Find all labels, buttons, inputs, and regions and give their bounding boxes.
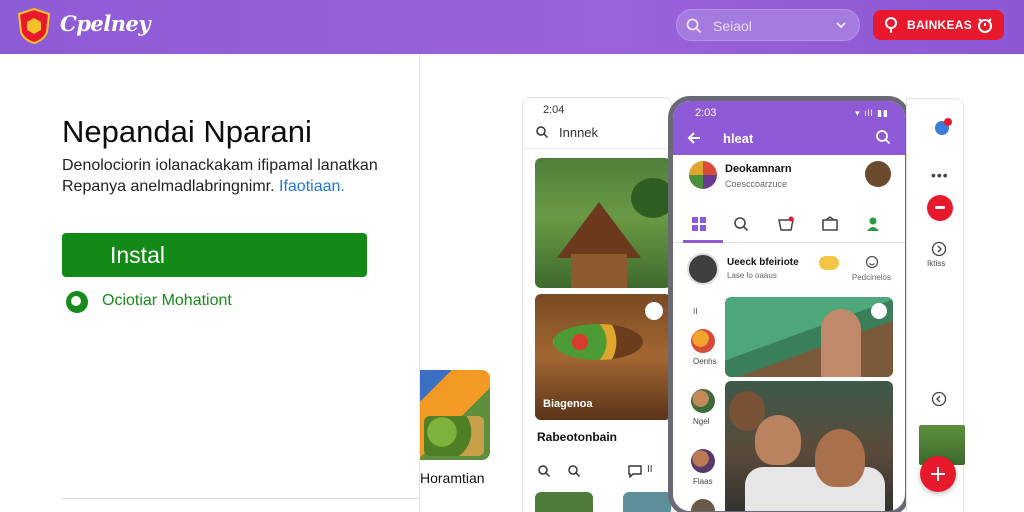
avatar[interactable] <box>691 449 715 473</box>
post-title: Rabeotonbain <box>537 430 617 444</box>
description-line-2: Repanya anelmadlabringnimr. Ifaotiaan. <box>62 178 345 196</box>
feed-card-back: 2:04 Innnek Biagenoa Rabeotonbain II <box>522 97 672 512</box>
thumbnail-photo[interactable] <box>535 492 593 512</box>
globe-icon[interactable] <box>933 117 953 137</box>
side-label: Iktiss <box>927 259 946 268</box>
search-text[interactable]: Innnek <box>559 125 598 140</box>
status-time: 2:04 <box>543 104 565 116</box>
vegetables-shape <box>553 324 643 360</box>
story-name[interactable]: Ueeck bfeiriote <box>727 257 799 268</box>
divider <box>62 498 418 499</box>
search-icon[interactable] <box>567 464 581 478</box>
phone-mockup: 2:03 ▾ ıll ▮▮ hleat Deokamnarn Coesccoar… <box>668 96 910 512</box>
story-right-label: Pedcinelos <box>851 273 891 282</box>
rail-label: Flaas <box>693 477 713 486</box>
search-icon[interactable] <box>733 216 749 232</box>
page-title: Nepandai Nparani <box>62 114 312 149</box>
profile-name[interactable]: Deokamnarn <box>725 163 792 175</box>
food-photo[interactable]: Biagenoa <box>535 294 671 420</box>
chevron-right-icon[interactable] <box>931 241 947 257</box>
rail-label: Oenhs <box>693 357 717 366</box>
more-icon[interactable] <box>645 302 663 320</box>
pin-icon <box>885 17 897 33</box>
logo-shield-icon[interactable] <box>18 8 50 44</box>
hut-photo[interactable] <box>535 158 671 288</box>
chevron-down-icon[interactable] <box>835 20 847 30</box>
more-options-icon[interactable]: ••• <box>931 167 949 183</box>
top-bar: Cpelney Seiaol BAINKEAS <box>0 0 1024 54</box>
grid-icon[interactable] <box>691 216 707 232</box>
avatar[interactable] <box>687 253 719 285</box>
person-shape <box>821 309 861 377</box>
vegetable-image <box>424 416 484 456</box>
thumbnail-photo[interactable] <box>623 492 671 512</box>
rail-label: II <box>693 307 698 316</box>
more-icon[interactable] <box>871 303 887 319</box>
install-label: Instal <box>110 242 165 268</box>
person-icon[interactable] <box>865 216 881 232</box>
description-text: Repanya anelmadlabringnimr. <box>62 178 280 195</box>
side-panel: ••• Iktiss <box>906 98 965 512</box>
option-label[interactable]: Ociotiar Mohationt <box>102 292 232 310</box>
search-icon[interactable] <box>537 464 551 478</box>
cta-button[interactable]: BAINKEAS <box>873 10 1004 40</box>
status-badge <box>819 256 839 270</box>
alarm-icon <box>978 18 992 33</box>
person-shape <box>755 415 801 465</box>
rail-label: Ngel <box>693 417 710 426</box>
post-image[interactable] <box>725 297 893 377</box>
search-icon[interactable] <box>875 129 891 145</box>
avatar[interactable] <box>691 329 715 353</box>
cta-label: BAINKEAS <box>907 18 973 32</box>
comment-icon[interactable] <box>627 464 643 478</box>
chevron-left-icon[interactable] <box>931 391 947 407</box>
action-count: II <box>647 464 653 475</box>
add-button[interactable] <box>920 456 956 492</box>
avatar[interactable] <box>691 389 715 413</box>
radio-icon[interactable] <box>66 291 88 313</box>
shop-icon[interactable] <box>777 216 795 232</box>
search-box[interactable]: Seiaol <box>676 9 860 41</box>
description-link[interactable]: Ifaotiaan. <box>279 178 345 195</box>
avatar[interactable] <box>689 161 717 189</box>
description-line-1: Denolociorin iolanackakam ifipamal lanat… <box>62 157 378 174</box>
status-icons: ▾ ıll ▮▮ <box>855 108 889 118</box>
photo-caption: Biagenoa <box>543 398 593 410</box>
back-arrow-icon[interactable] <box>685 129 703 147</box>
person-shape <box>745 467 885 511</box>
hut-body-shape <box>571 254 627 288</box>
search-placeholder: Seiaol <box>713 18 752 34</box>
mini-card-image[interactable] <box>420 370 490 460</box>
avatar[interactable] <box>691 499 715 511</box>
search-icon[interactable] <box>535 125 549 139</box>
mini-card-label: Horamtian <box>420 470 485 486</box>
tab-bar <box>673 207 905 243</box>
profile-thumbnail[interactable] <box>865 161 891 187</box>
search-icon <box>686 18 702 34</box>
profile-subtitle: Coesccoarzuce <box>725 179 788 189</box>
app-header: 2:03 ▾ ıll ▮▮ hleat <box>673 101 905 155</box>
story-subtitle: Lase lo oaaus <box>727 271 777 280</box>
logo-wordmark[interactable]: Cpelney <box>60 11 151 36</box>
divider <box>523 148 671 149</box>
install-button[interactable]: Instal <box>62 233 367 277</box>
smile-icon[interactable] <box>865 255 879 269</box>
minus-button[interactable] <box>927 195 953 221</box>
person-shape <box>815 429 865 487</box>
status-time: 2:03 <box>695 107 717 119</box>
roof-shape <box>557 202 641 258</box>
video-icon[interactable] <box>821 216 839 232</box>
post-image[interactable] <box>725 381 893 511</box>
active-tab-indicator <box>683 240 723 243</box>
app-title: hleat <box>723 131 754 146</box>
